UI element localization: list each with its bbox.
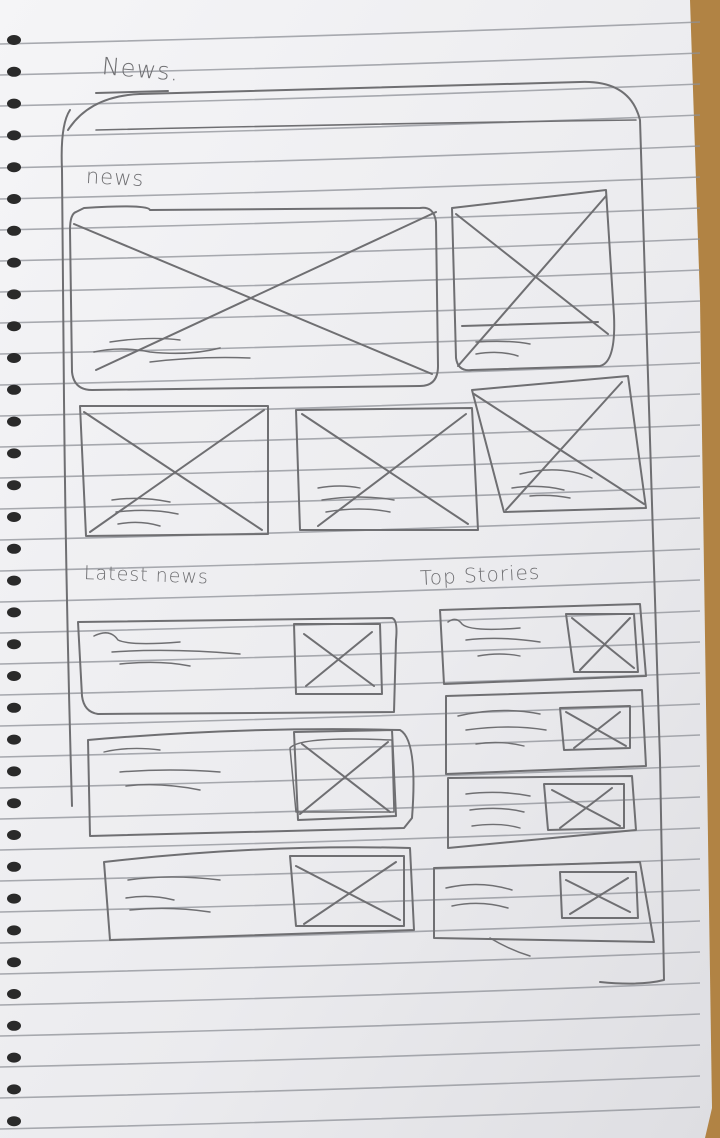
spiral-ring xyxy=(7,384,21,395)
spiral-ring xyxy=(7,480,21,491)
spiral-ring xyxy=(7,130,21,141)
spiral-ring xyxy=(7,1020,21,1031)
spiral-ring xyxy=(7,225,21,236)
spiral-ring xyxy=(7,798,21,809)
spiral-ring xyxy=(7,257,21,268)
latest-news-heading: Latest news xyxy=(83,562,210,589)
spiral-ring xyxy=(7,957,21,968)
spiral-ring xyxy=(7,893,21,904)
spiral-ring xyxy=(7,35,21,45)
spiral-ring xyxy=(7,194,21,204)
spiral-ring xyxy=(7,543,21,554)
spiral-ring xyxy=(7,861,21,872)
spiral-ring xyxy=(7,321,21,332)
spiral-ring xyxy=(7,1052,21,1063)
section-label-news: news xyxy=(85,164,145,192)
spiral-ring xyxy=(7,830,21,840)
spiral-ring xyxy=(7,607,21,618)
spiral-ring xyxy=(7,989,21,999)
spiral-ring xyxy=(7,416,21,427)
spiral-ring xyxy=(7,162,21,173)
spiral-ring xyxy=(7,98,21,109)
spiral-ring xyxy=(7,766,21,777)
spiral-ring xyxy=(7,66,21,77)
spiral-ring xyxy=(7,702,21,713)
spiral-ring xyxy=(7,1116,21,1127)
spiral-ring xyxy=(7,448,21,459)
spiral-ring xyxy=(7,289,21,300)
spiral-ring xyxy=(7,353,21,363)
spiral-ring xyxy=(7,575,21,586)
notebook-photo: News. news Latest news Top Stories xyxy=(0,0,720,1138)
spiral-ring xyxy=(7,1084,21,1095)
spiral-ring xyxy=(7,512,21,522)
spiral-ring xyxy=(7,734,21,745)
spiral-ring xyxy=(7,925,21,936)
spiral-ring xyxy=(7,639,21,650)
spiral-ring xyxy=(7,671,21,681)
